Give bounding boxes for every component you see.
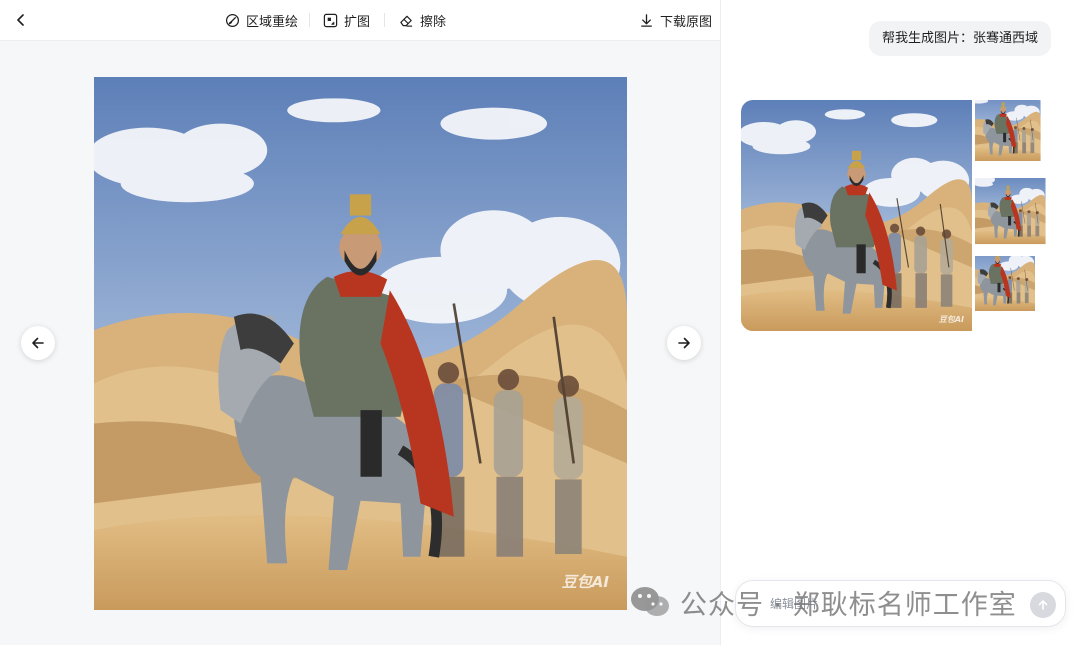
viewer-toolbar: 区域重绘 扩图 擦除 下载原图	[0, 0, 720, 41]
expand-icon	[323, 13, 338, 27]
result-image	[741, 100, 972, 331]
arrow-left-icon	[32, 337, 44, 349]
result-thumbnail[interactable]	[975, 256, 1050, 331]
result-thumbnail[interactable]	[975, 100, 1050, 175]
edit-image-input[interactable]	[770, 594, 1010, 614]
download-icon	[641, 13, 652, 27]
download-original-label: 下载原图	[660, 14, 713, 30]
result-image	[975, 256, 1050, 331]
generated-image-main[interactable]: 豆包AI	[94, 77, 627, 610]
app-window: 区域重绘 扩图 擦除 下载原图 豆包AI 帮我生成图片：张骞通西域 豆包AI 编…	[0, 0, 1080, 645]
chat-panel: 帮我生成图片：张骞通西域 豆包AI	[721, 0, 1080, 645]
zhang-qian-desert-scene	[94, 77, 627, 610]
arrow-right-icon	[678, 337, 690, 349]
back-button[interactable]	[12, 11, 30, 29]
erase-button[interactable]: 擦除	[399, 11, 447, 30]
region-redraw-button[interactable]: 区域重绘	[225, 11, 299, 30]
send-icon	[1038, 600, 1048, 610]
result-thumbnail[interactable]: 豆包AI	[741, 100, 972, 331]
next-image-button[interactable]	[667, 326, 701, 360]
result-thumbnail[interactable]	[975, 178, 1050, 253]
expand-image-button[interactable]: 扩图	[323, 11, 371, 30]
result-image	[975, 100, 1050, 175]
toolbar-divider	[309, 13, 310, 27]
chat-input-bar	[735, 580, 1066, 627]
chevron-left-icon	[17, 14, 24, 26]
image-watermark: 豆包AI	[561, 573, 609, 591]
previous-image-button[interactable]	[21, 326, 55, 360]
download-original-button[interactable]: 下载原图	[639, 11, 713, 30]
send-button[interactable]	[1030, 592, 1056, 618]
user-message-bubble: 帮我生成图片：张骞通西域	[868, 21, 1051, 56]
image-viewer: 区域重绘 扩图 擦除 下载原图 豆包AI	[0, 0, 720, 645]
eraser-icon	[400, 15, 413, 27]
expand-image-label: 扩图	[344, 14, 371, 30]
result-image	[975, 178, 1050, 253]
image-results-grid: 豆包AI	[741, 100, 1050, 331]
toolbar-divider	[384, 13, 385, 27]
brush-icon	[225, 13, 240, 27]
thumbnail-watermark: 豆包AI	[938, 315, 964, 324]
region-redraw-label: 区域重绘	[246, 14, 299, 30]
erase-label: 擦除	[420, 14, 447, 30]
